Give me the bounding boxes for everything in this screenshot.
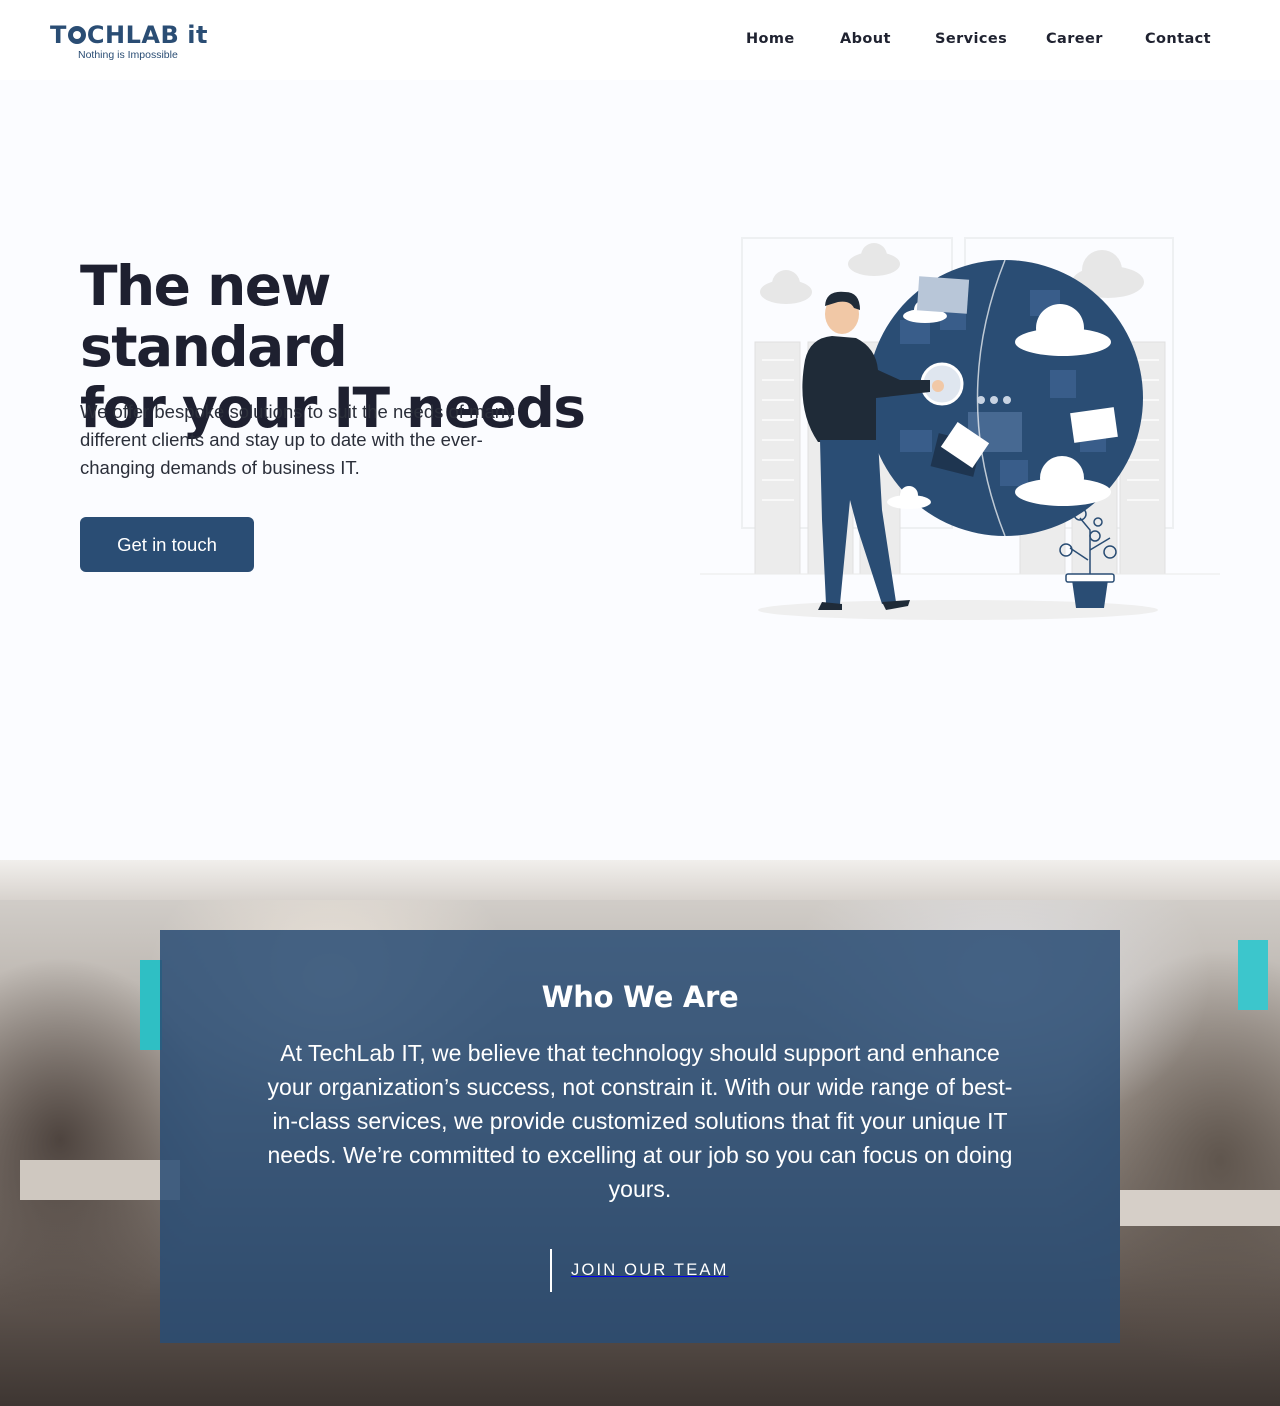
nav-about[interactable]: About	[840, 31, 891, 47]
get-in-touch-button[interactable]: Get in touch	[80, 517, 254, 572]
ceiling-light	[0, 860, 1280, 900]
nav-contact[interactable]: Contact	[1145, 31, 1211, 47]
who-we-are-title: Who We Are	[541, 980, 739, 1014]
join-our-team-label: JOIN OUR TEAM	[571, 1261, 729, 1279]
nav-home[interactable]: Home	[746, 31, 795, 47]
site-header: T CHLAB it Nothing is Impossible Home Abou…	[0, 0, 1280, 80]
join-our-team-link[interactable]: JOIN OUR TEAM	[550, 1249, 729, 1292]
logo-o-mark-icon	[67, 26, 86, 44]
who-we-are-panel: Who We Are At TechLab IT, we believe tha…	[160, 930, 1120, 1343]
nav-services[interactable]: Services	[935, 31, 1007, 47]
monitor-right	[1238, 940, 1268, 1010]
who-we-are-text: At TechLab IT, we believe that technolog…	[267, 1040, 1013, 1202]
desk-left	[20, 1160, 180, 1200]
hero-title-line1: The new standard	[80, 254, 348, 379]
monitor-left	[140, 960, 162, 1050]
hero-subtitle: We offer bespoke solutions to suit the n…	[80, 401, 515, 478]
techlab-logo[interactable]: T CHLAB it Nothing is Impossible	[50, 22, 210, 64]
man-with-globe-illustration	[700, 237, 1220, 620]
logo-wordmark: T CHLAB it	[50, 21, 208, 49]
desk-right	[1120, 1190, 1280, 1226]
logo-tagline: Nothing is Impossible	[78, 49, 178, 61]
nav-career[interactable]: Career	[1046, 31, 1103, 47]
